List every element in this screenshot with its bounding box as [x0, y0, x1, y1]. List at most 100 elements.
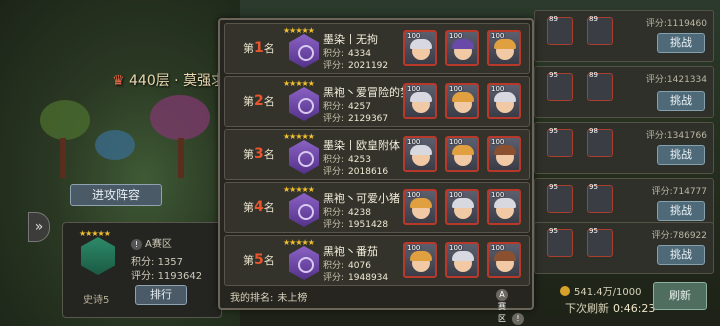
- leaderboard-row[interactable]: 第4名 ★★★★★ 黑袍丶可爱小猪 积分: 4238 评分: 1951428 100 100 10…: [224, 182, 530, 233]
- info-icon[interactable]: !: [131, 239, 142, 250]
- refresh-timer: 下次刷新 0:46:23: [565, 302, 656, 315]
- ranking-button[interactable]: 排行: [135, 285, 187, 305]
- hero-hair: [494, 92, 516, 102]
- rank-position: 第4名: [243, 199, 275, 215]
- level-label: 95: [589, 227, 598, 235]
- player-name: 黑袍丶番茄: [323, 245, 378, 258]
- challenge-button[interactable]: 挑战: [657, 33, 705, 53]
- challenge-button[interactable]: 挑战: [657, 145, 705, 165]
- hero-hair: [452, 145, 474, 155]
- player-score: 评分: 2018616: [323, 167, 389, 177]
- tree-decoration: [40, 100, 90, 140]
- my-info-panel: ★★★★★ ! A赛区 积分: 1357 评分: 1193642 史诗5 排行: [62, 222, 222, 318]
- challenge-row: 95 95 评分:786922 挑战: [534, 222, 714, 274]
- hero-hair: [410, 198, 432, 208]
- rank-position: 第1名: [243, 40, 275, 56]
- opponent-score: 评分:1421334: [645, 75, 707, 85]
- hero-hair: [410, 39, 432, 49]
- hero-hair: [494, 145, 516, 155]
- hero-avatar[interactable]: 100: [487, 242, 521, 278]
- tree-trunk: [178, 138, 184, 178]
- rank-badge-icon: [289, 246, 319, 280]
- hero-hair: [494, 198, 516, 208]
- opponent-score: 评分:786922: [651, 231, 707, 241]
- hero-avatar[interactable]: 100: [445, 189, 479, 225]
- hero-avatar[interactable]: 100: [403, 136, 437, 172]
- rank-stars-icon: ★★★★★: [283, 132, 315, 141]
- hero-avatar[interactable]: 100: [445, 242, 479, 278]
- level-label: 89: [549, 15, 558, 23]
- level-label: 95: [589, 183, 598, 191]
- challenge-row: 89 89 评分:1119460 挑战: [534, 10, 714, 62]
- rank-badge-icon: [289, 34, 319, 68]
- rank-stars-icon: ★★★★★: [283, 238, 315, 247]
- hero-hair: [452, 251, 474, 261]
- rank-badge-icon: [289, 87, 319, 121]
- player-name: 墨染丨无拘: [323, 33, 378, 46]
- hero-avatar[interactable]: 100: [403, 242, 437, 278]
- challenge-button[interactable]: 挑战: [657, 201, 705, 221]
- my-score: 评分: 1193642: [131, 271, 203, 282]
- hero-hair: [494, 39, 516, 49]
- hero-hair: [452, 198, 474, 208]
- level-label: 95: [549, 227, 558, 235]
- rank-badge-icon: [289, 140, 319, 174]
- hero-avatar[interactable]: 100: [445, 136, 479, 172]
- level-label: 95: [549, 183, 558, 191]
- player-score: 评分: 2021192: [323, 61, 389, 71]
- challenge-row: 95 98 评分:1341766 挑战: [534, 122, 714, 174]
- leaderboard-row[interactable]: 第5名 ★★★★★ 黑袍丶番茄 积分: 4076 评分: 1948934 100 100 100: [224, 235, 530, 286]
- level-label: 89: [589, 71, 598, 79]
- my-rank-title: 史诗5: [83, 295, 110, 306]
- hero-avatar[interactable]: 100: [403, 30, 437, 66]
- hero-avatar[interactable]: 100: [487, 189, 521, 225]
- level-label: 95: [549, 71, 558, 79]
- player-score: 评分: 1951428: [323, 220, 389, 230]
- rank-emblem-icon: [81, 237, 115, 275]
- player-name: 黑袍丶可爱小猪: [323, 192, 400, 205]
- opponent-score: 评分:1119460: [645, 19, 707, 29]
- rank-position: 第5名: [243, 252, 275, 268]
- attack-lineup-button[interactable]: 进攻阵容: [70, 184, 162, 206]
- info-icon[interactable]: !: [512, 313, 524, 325]
- hero-avatar[interactable]: 100: [403, 189, 437, 225]
- my-points: 积分: 1357: [131, 257, 184, 268]
- leaderboard-popup: 第1名 ★★★★★ 墨染丨无拘 积分: 4334 评分: 2021192 100 100 100 第…: [218, 18, 534, 325]
- challenge-button[interactable]: 挑战: [657, 91, 705, 111]
- leaderboard-row[interactable]: 第2名 ★★★★★ 黑袍丶爱冒险的梦 积分: 4257 评分: 2129367 100 100 1…: [224, 76, 530, 127]
- leaderboard-footer: 我的排名: 未上榜 A赛区!: [224, 286, 530, 325]
- hero-avatar[interactable]: 100: [487, 30, 521, 66]
- rank-stars-icon: ★★★★★: [283, 79, 315, 88]
- hero-hair: [452, 39, 474, 49]
- hero-hair: [410, 251, 432, 261]
- character-decoration: [95, 130, 135, 160]
- player-score: 评分: 2129367: [323, 114, 389, 124]
- challenge-row: 95 89 评分:1421334 挑战: [534, 66, 714, 118]
- challenge-button[interactable]: 挑战: [657, 245, 705, 265]
- rank-position: 第3名: [243, 146, 275, 162]
- level-label: 89: [589, 15, 598, 23]
- challenge-list: 89 89 评分:1119460 挑战 95 89 评分:1421334 挑战 …: [534, 10, 720, 326]
- rank-stars-icon: ★★★★★: [283, 26, 315, 35]
- leaderboard-row[interactable]: 第3名 ★★★★★ 墨染丨欧皇附体 积分: 4253 评分: 2018616 100 100 10…: [224, 129, 530, 180]
- player-score: 评分: 1948934: [323, 273, 389, 283]
- opponent-score: 评分:714777: [651, 187, 707, 197]
- hero-avatar[interactable]: 100: [445, 83, 479, 119]
- zone-indicator: A赛区!: [492, 289, 524, 325]
- hero-hair: [494, 251, 516, 261]
- coin-icon: [560, 286, 570, 296]
- hero-avatar[interactable]: 100: [403, 83, 437, 119]
- hero-avatar[interactable]: 100: [487, 83, 521, 119]
- leaderboard-row[interactable]: 第1名 ★★★★★ 墨染丨无拘 积分: 4334 评分: 2021192 100 100 100: [224, 23, 530, 74]
- my-rank: 我的排名: 未上榜: [230, 293, 308, 304]
- hero-avatar[interactable]: 100: [445, 30, 479, 66]
- rank-stars-icon: ★★★★★: [79, 229, 111, 238]
- currency-display: 541.4万/1000: [560, 283, 641, 298]
- hero-hair: [410, 145, 432, 155]
- opponent-score: 评分:1341766: [645, 131, 707, 141]
- level-label: 98: [589, 127, 598, 135]
- refresh-button[interactable]: 刷新: [653, 282, 707, 310]
- hero-avatar[interactable]: 100: [487, 136, 521, 172]
- rank-position: 第2名: [243, 93, 275, 109]
- rank-stars-icon: ★★★★★: [283, 185, 315, 194]
